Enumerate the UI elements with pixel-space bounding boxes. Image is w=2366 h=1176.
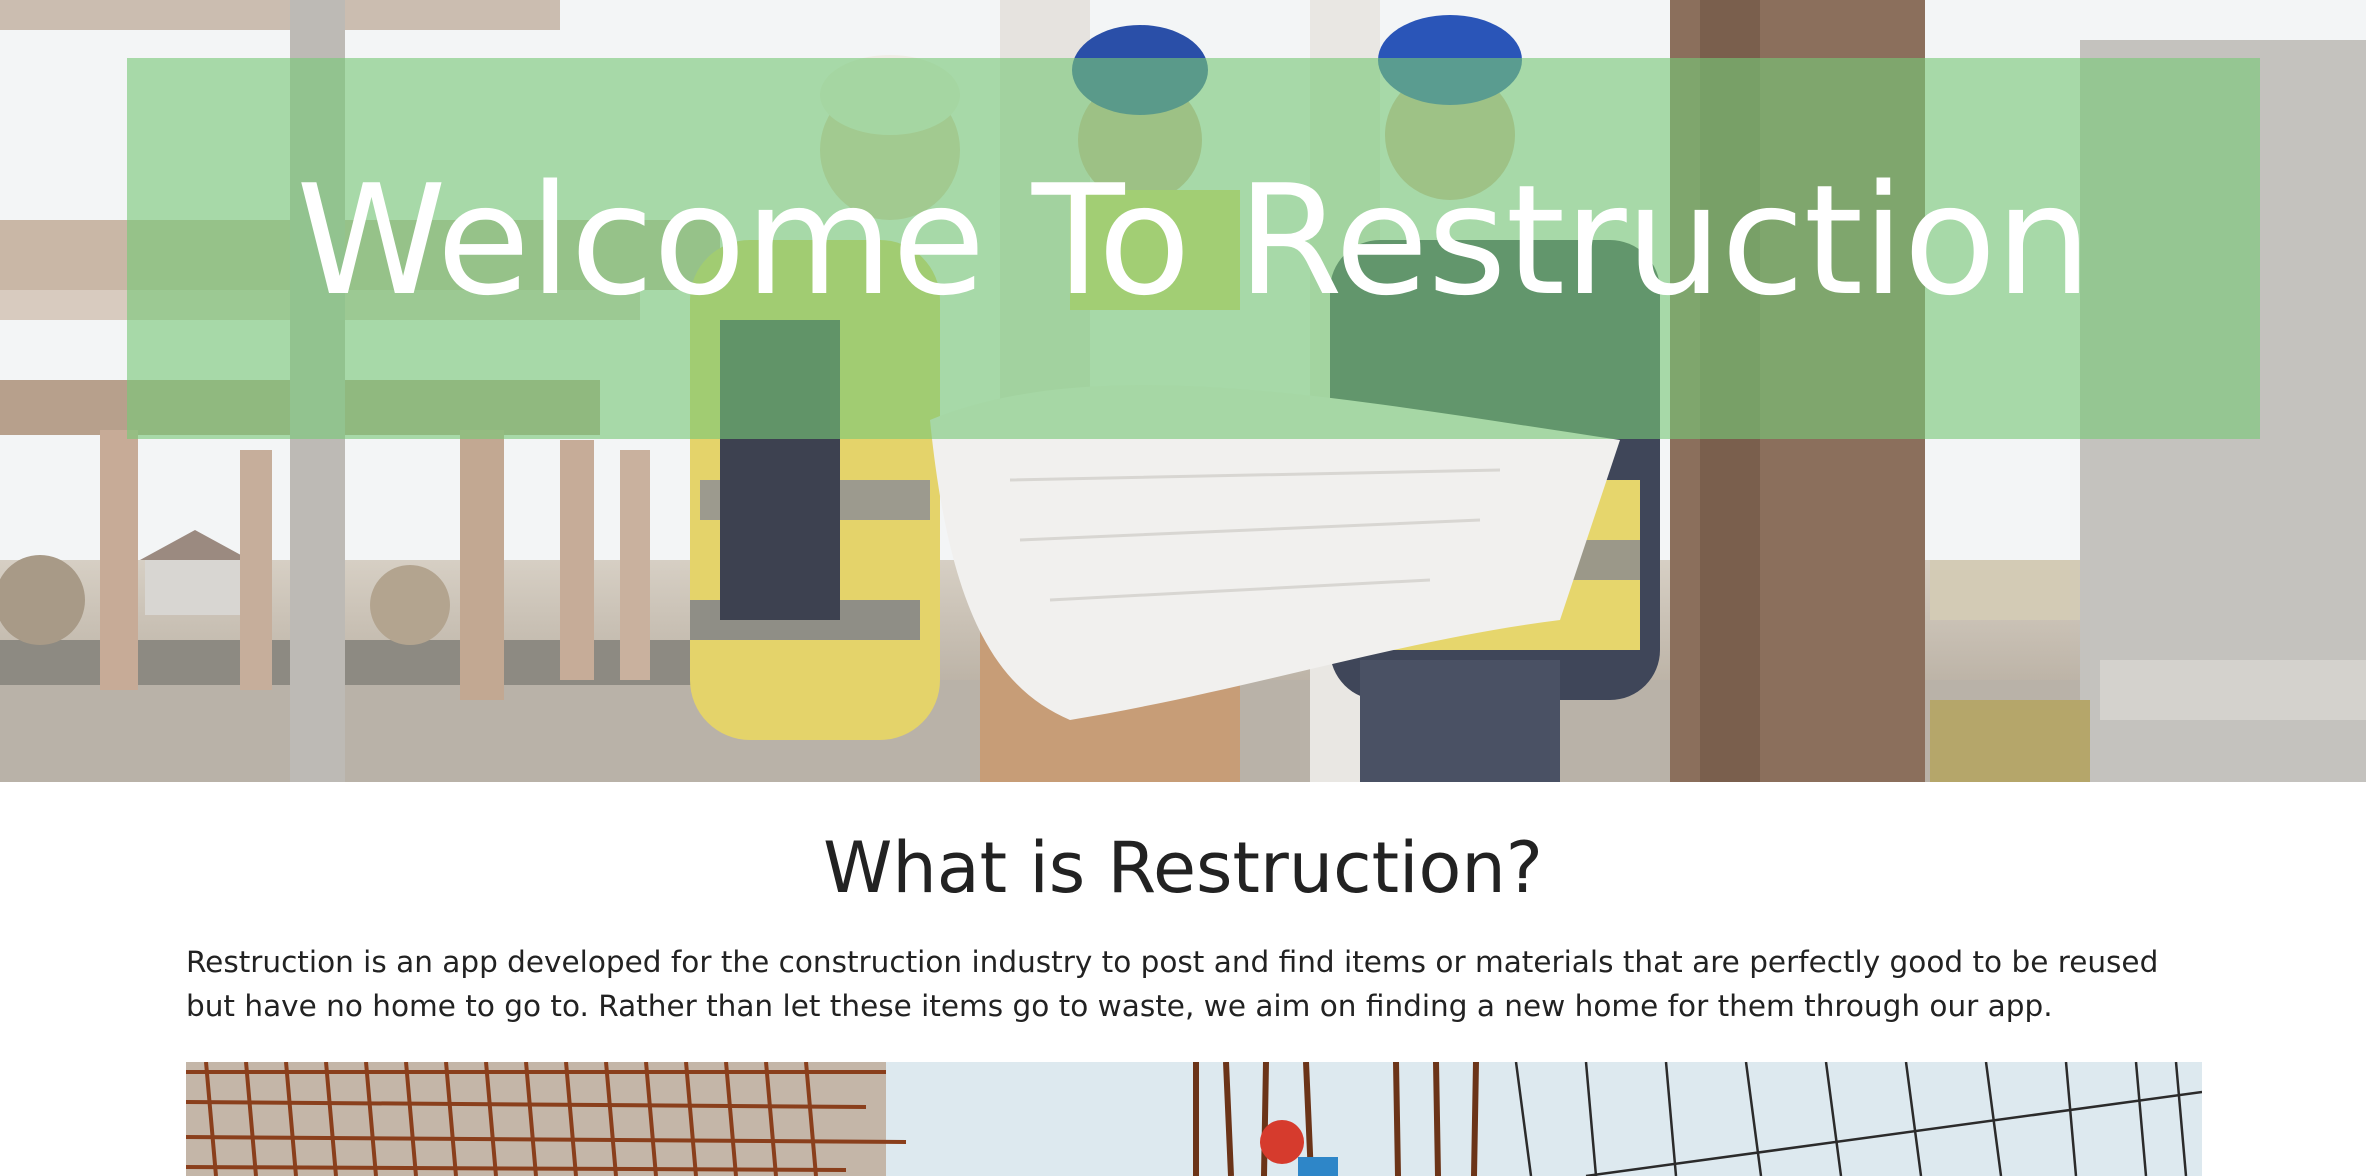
hero-section: Welcome To Restruction — [0, 0, 2366, 782]
construction-site-image — [186, 1062, 2202, 1176]
hero-title: Welcome To Restruction — [296, 151, 2092, 329]
about-heading: What is Restruction? — [823, 827, 1543, 909]
hero-banner: Welcome To Restruction — [127, 58, 2260, 439]
rebar-photo — [186, 1062, 2202, 1176]
landing-page: Welcome To Restruction What is Restructi… — [0, 0, 2366, 1176]
about-description: Restruction is an app developed for the … — [186, 945, 2159, 1023]
